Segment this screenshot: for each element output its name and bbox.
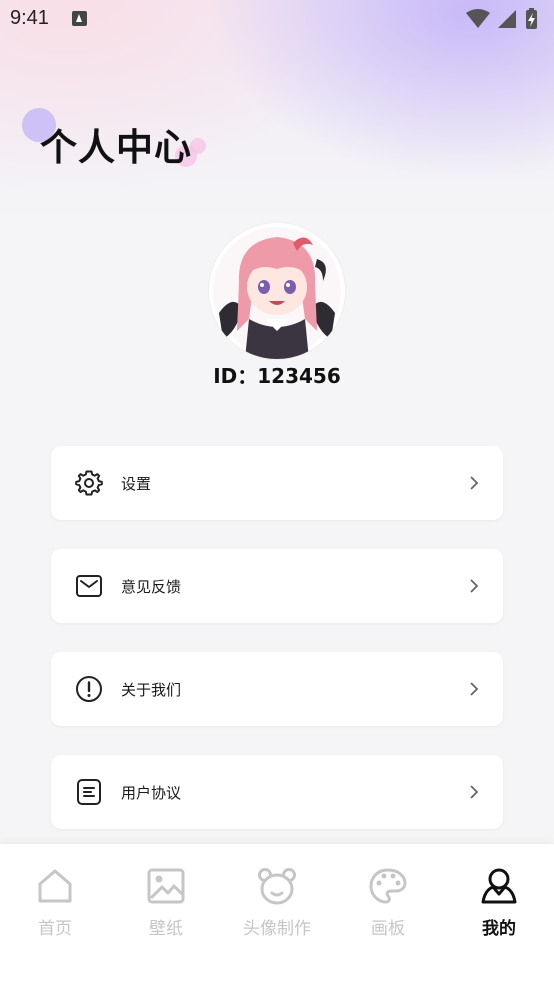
document-icon xyxy=(77,779,101,805)
image-icon xyxy=(147,868,185,904)
signal-icon xyxy=(498,10,516,28)
home-icon xyxy=(38,869,72,903)
tab-label: 我的 xyxy=(482,919,516,939)
bottom-tab-bar: 首页 壁纸 头像制作 画板 我的 xyxy=(0,843,554,985)
page-title-block: 个人中心 xyxy=(22,105,222,175)
keyboard-notification-icon xyxy=(72,11,87,26)
menu-item-settings[interactable]: 设置 xyxy=(51,446,503,520)
chevron-right-icon xyxy=(470,682,479,696)
chevron-right-icon xyxy=(470,579,479,593)
user-id: ID：123456 xyxy=(213,364,341,388)
tab-label: 头像制作 xyxy=(243,919,311,939)
status-bar: 9:41 xyxy=(0,0,554,38)
tab-label: 首页 xyxy=(38,919,72,939)
info-icon xyxy=(76,676,102,702)
menu-item-feedback[interactable]: 意见反馈 xyxy=(51,549,503,623)
tab-label: 壁纸 xyxy=(149,919,183,939)
page-title: 个人中心 xyxy=(40,126,192,169)
menu-item-label: 用户协议 xyxy=(121,784,182,802)
menu-item-label: 意见反馈 xyxy=(121,578,182,596)
gear-icon xyxy=(75,470,103,496)
system-status-icons xyxy=(466,8,537,29)
wifi-icon xyxy=(466,9,490,28)
tab-label: 画板 xyxy=(371,919,405,939)
chevron-right-icon xyxy=(470,476,479,490)
decor-dot xyxy=(190,138,206,154)
status-time: 9:41 xyxy=(10,7,49,29)
avatar[interactable] xyxy=(209,223,345,359)
avatar-illustration xyxy=(213,227,341,359)
menu-item-user-agreement[interactable]: 用户协议 xyxy=(51,755,503,829)
tab-home[interactable]: 首页 xyxy=(0,866,110,946)
menu-item-label: 关于我们 xyxy=(121,681,182,699)
bear-icon xyxy=(258,868,296,905)
tab-wallpaper[interactable]: 壁纸 xyxy=(111,866,221,946)
palette-icon xyxy=(369,868,407,904)
tab-avatar-maker[interactable]: 头像制作 xyxy=(222,866,332,946)
person-icon xyxy=(481,868,517,904)
menu-item-about[interactable]: 关于我们 xyxy=(51,652,503,726)
mail-icon xyxy=(76,575,102,597)
chevron-right-icon xyxy=(470,785,479,799)
tab-profile[interactable]: 我的 xyxy=(444,866,554,946)
menu-item-label: 设置 xyxy=(121,475,152,493)
tab-drawing-board[interactable]: 画板 xyxy=(333,866,443,946)
